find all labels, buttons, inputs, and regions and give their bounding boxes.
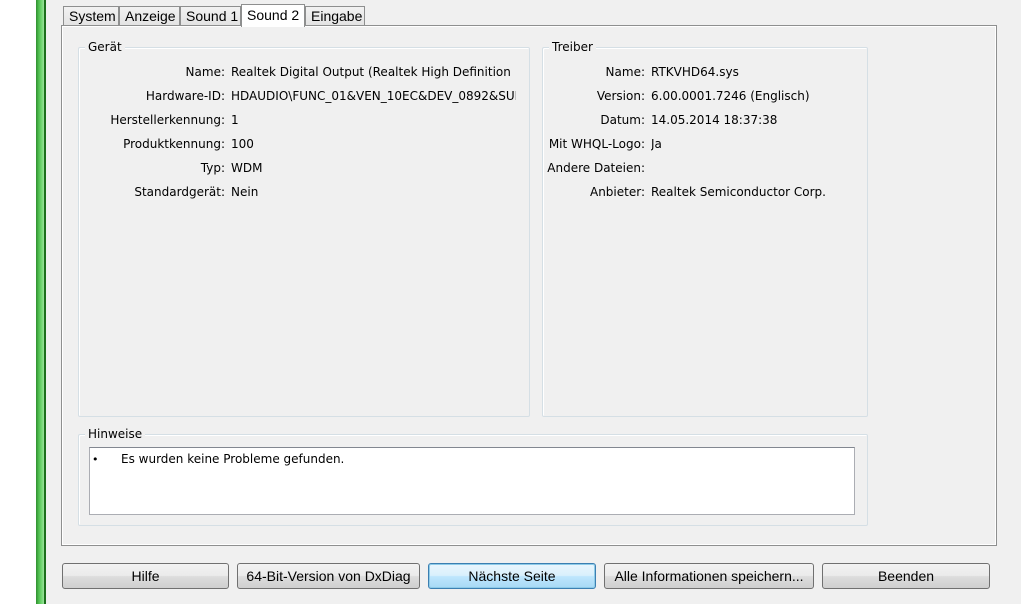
notes-group-title: Hinweise [85, 427, 146, 442]
device-type-value: WDM [231, 161, 263, 175]
driver-whql-label: Mit WHQL-Logo: [548, 137, 645, 151]
driver-row-other-files: Andere Dateien: [543, 160, 867, 176]
tab-page-sound-2: Gerät Name: Realtek Digital Output (Real… [61, 25, 997, 546]
notes-text: Es wurden keine Probleme gefunden. [121, 452, 345, 466]
driver-row-name: Name: RTKVHD64.sys [543, 64, 867, 80]
help-button[interactable]: Hilfe [62, 563, 229, 589]
device-group: Gerät Name: Realtek Digital Output (Real… [78, 40, 530, 417]
driver-date-value: 14.05.2014 18:37:38 [651, 113, 778, 127]
driver-version-value: 6.00.0001.7246 (Englisch) [651, 89, 810, 103]
notes-bullet: • [92, 453, 99, 466]
device-default-value: Nein [231, 185, 259, 199]
driver-name-value: RTKVHD64.sys [651, 65, 739, 79]
device-row-vendor-id: Herstellerkennung: 1 [79, 112, 529, 128]
driver-other-files-label: Andere Dateien: [547, 161, 645, 175]
driver-provider-label: Anbieter: [589, 185, 645, 199]
device-product-id-value: 100 [231, 137, 254, 151]
driver-row-date: Datum: 14.05.2014 18:37:38 [543, 112, 867, 128]
device-vendor-id-label: Herstellerkennung: [110, 113, 225, 127]
device-row-product-id: Produktkennung: 100 [79, 136, 529, 152]
device-row-default: Standardgerät: Nein [79, 184, 529, 200]
device-vendor-id-value: 1 [231, 113, 239, 127]
64bit-dxdiag-button[interactable]: 64-Bit-Version von DxDiag [237, 563, 420, 589]
driver-row-whql: Mit WHQL-Logo: Ja [543, 136, 867, 152]
device-default-label: Standardgerät: [134, 185, 225, 199]
driver-version-label: Version: [596, 89, 645, 103]
tab-sound-2[interactable]: Sound 2 [241, 4, 305, 27]
driver-group-title: Treiber [549, 40, 596, 55]
tab-eingabe[interactable]: Eingabe [305, 6, 365, 25]
driver-name-label: Name: [605, 65, 645, 79]
device-type-label: Typ: [200, 161, 225, 175]
device-hardware-id-label: Hardware-ID: [145, 89, 225, 103]
device-name-label: Name: [185, 65, 225, 79]
tab-sound-1[interactable]: Sound 1 [180, 6, 241, 25]
tab-system[interactable]: System [63, 6, 119, 25]
device-row-hardware-id: Hardware-ID: HDAUDIO\FUNC_01&VEN_10EC&DE… [79, 88, 529, 104]
driver-date-label: Datum: [600, 113, 645, 127]
device-hardware-id-value: HDAUDIO\FUNC_01&VEN_10EC&DEV_0892&SUBS [231, 89, 516, 103]
dxdiag-dialog: System Anzeige Sound 1 Sound 2 Eingabe G… [46, 0, 1021, 604]
device-product-id-label: Produktkennung: [123, 137, 225, 151]
device-row-name: Name: Realtek Digital Output (Realtek Hi… [79, 64, 529, 80]
driver-provider-value: Realtek Semiconductor Corp. [651, 185, 826, 199]
device-group-title: Gerät [85, 40, 125, 55]
driver-row-version: Version: 6.00.0001.7246 (Englisch) [543, 88, 867, 104]
save-all-info-button[interactable]: Alle Informationen speichern... [604, 563, 814, 589]
notes-textbox[interactable]: • Es wurden keine Probleme gefunden. [89, 447, 855, 515]
next-page-button[interactable]: Nächste Seite [428, 563, 596, 589]
driver-group: Treiber Name: RTKVHD64.sys Version: 6.00… [542, 40, 868, 417]
driver-row-provider: Anbieter: Realtek Semiconductor Corp. [543, 184, 867, 200]
device-row-type: Typ: WDM [79, 160, 529, 176]
exit-button[interactable]: Beenden [822, 563, 990, 589]
device-name-value: Realtek Digital Output (Realtek High Def… [231, 65, 511, 79]
notes-group: Hinweise • Es wurden keine Probleme gefu… [78, 427, 868, 526]
tab-anzeige[interactable]: Anzeige [119, 6, 180, 25]
driver-whql-value: Ja [651, 137, 662, 151]
